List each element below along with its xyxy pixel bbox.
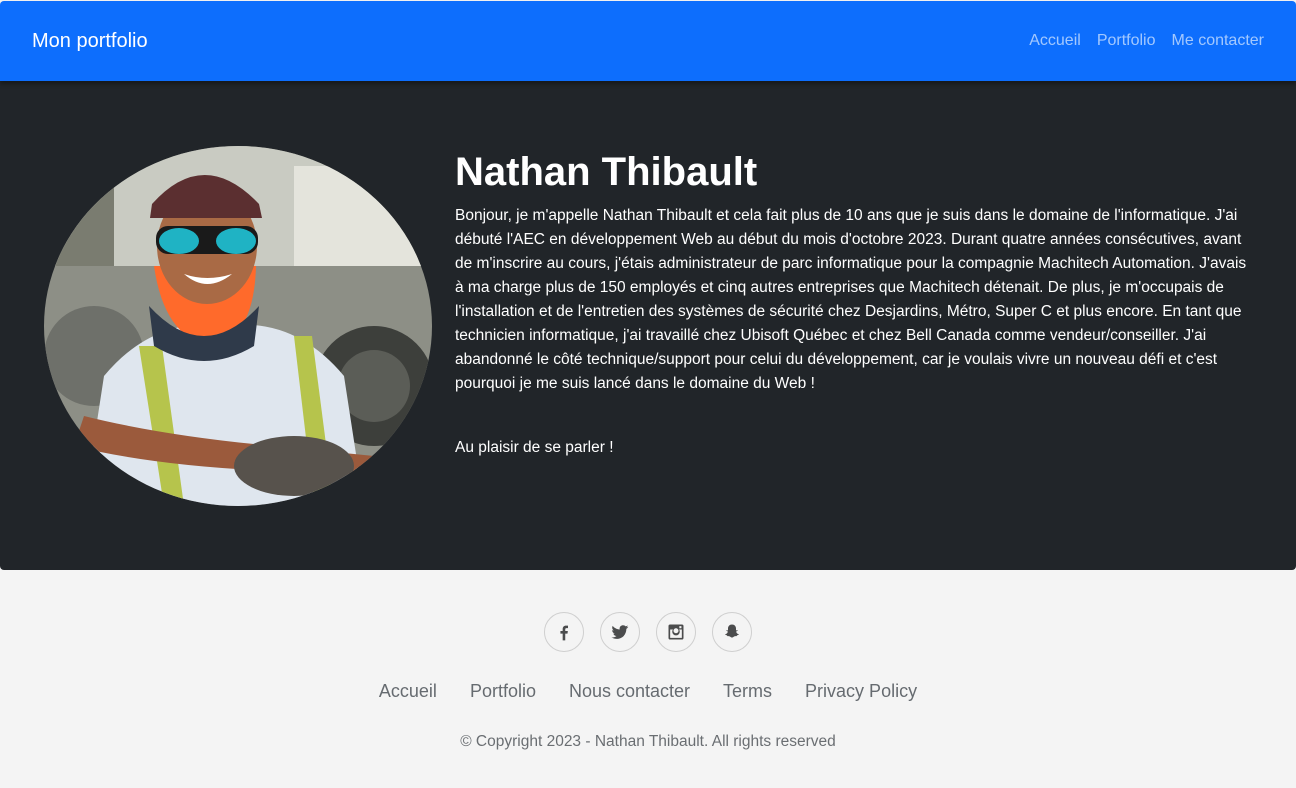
twitter-button[interactable] — [600, 612, 640, 652]
profile-photo — [44, 146, 432, 506]
snapchat-button[interactable] — [712, 612, 752, 652]
instagram-button[interactable] — [656, 612, 696, 652]
facebook-icon — [560, 625, 568, 641]
social-icons — [0, 612, 1296, 652]
profile-photo-illustration — [44, 146, 432, 506]
twitter-icon — [611, 625, 629, 639]
hero-section: Nathan Thibault Bonjour, je m'appelle Na… — [0, 81, 1296, 570]
nav-link-portfolio[interactable]: Portfolio — [1097, 32, 1156, 50]
top-navbar: Mon portfolio Accueil Portfolio Me conta… — [0, 1, 1296, 81]
nav-link-accueil[interactable]: Accueil — [1029, 32, 1081, 50]
footer-link-privacy[interactable]: Privacy Policy — [805, 681, 917, 702]
nav-links: Accueil Portfolio Me contacter — [1029, 32, 1264, 50]
footer-link-terms[interactable]: Terms — [723, 681, 772, 702]
bio-text: Bonjour, je m'appelle Nathan Thibault et… — [455, 207, 1247, 392]
footer-link-portfolio[interactable]: Portfolio — [470, 681, 536, 702]
footer-link-contact[interactable]: Nous contacter — [569, 681, 690, 702]
bio-block: Nathan Thibault Bonjour, je m'appelle Na… — [455, 148, 1255, 460]
footer-link-accueil[interactable]: Accueil — [379, 681, 437, 702]
brand-link[interactable]: Mon portfolio — [32, 30, 148, 53]
nav-link-contact[interactable]: Me contacter — [1172, 32, 1264, 50]
footer: Accueil Portfolio Nous contacter Terms P… — [0, 570, 1296, 788]
facebook-button[interactable] — [544, 612, 584, 652]
footer-links: Accueil Portfolio Nous contacter Terms P… — [0, 681, 1296, 702]
copyright-text: © Copyright 2023 - Nathan Thibault. All … — [460, 733, 836, 750]
bio-closing: Au plaisir de se parler ! — [455, 439, 614, 456]
snapchat-icon — [725, 624, 739, 638]
instagram-icon — [668, 624, 684, 640]
profile-name: Nathan Thibault — [455, 150, 758, 194]
